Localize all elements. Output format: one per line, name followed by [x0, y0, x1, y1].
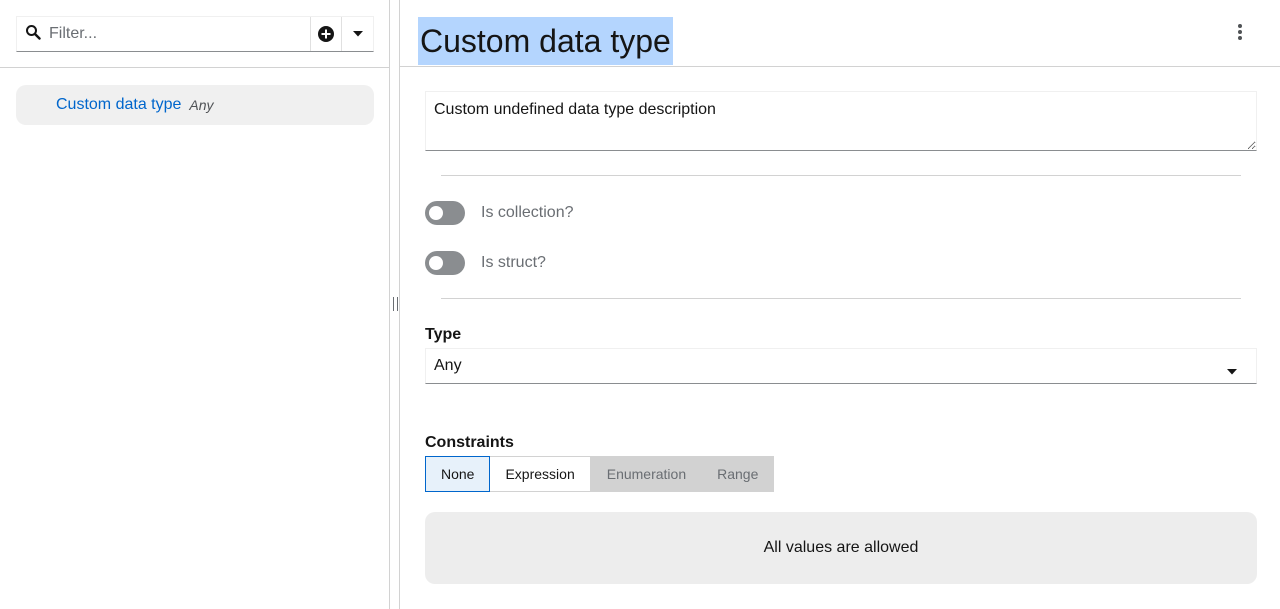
is-struct-label: Is struct?	[481, 254, 546, 271]
data-type-editor: Custom data type Is collection? Is struc…	[399, 0, 1280, 609]
kebab-menu-button[interactable]	[1228, 22, 1252, 46]
panel-resize-handle[interactable]	[393, 297, 398, 311]
data-type-title[interactable]: Custom data type	[418, 17, 673, 65]
type-select-value: Any	[434, 357, 462, 374]
constraint-range-button: Range	[702, 456, 775, 492]
add-options-dropdown-button[interactable]	[342, 17, 373, 51]
data-type-list-item[interactable]: Custom data type Any	[16, 85, 374, 125]
is-collection-toggle-row[interactable]: Is collection?	[425, 201, 574, 225]
is-struct-switch[interactable]	[425, 251, 465, 275]
constraint-enumeration-button: Enumeration	[590, 456, 703, 492]
is-collection-label: Is collection?	[481, 204, 574, 221]
divider	[441, 175, 1241, 176]
is-struct-toggle-row[interactable]: Is struct?	[425, 251, 546, 275]
filter-toolbar	[0, 0, 390, 68]
constraints-message-text: All values are allowed	[763, 539, 919, 556]
data-type-name: Custom data type	[56, 96, 182, 113]
caret-down-icon	[1226, 363, 1238, 381]
kebab-menu-icon	[1238, 23, 1242, 45]
data-types-panel: Custom data type Any	[0, 0, 390, 609]
data-type-type: Any	[189, 97, 214, 113]
editor-header: Custom data type	[400, 0, 1280, 67]
plus-circle-icon	[318, 26, 334, 42]
search-icon	[25, 24, 41, 45]
filter-input-wrapper	[17, 17, 311, 51]
constraint-none-button[interactable]: None	[425, 456, 491, 492]
is-collection-switch[interactable]	[425, 201, 465, 225]
type-label: Type	[425, 326, 462, 343]
caret-down-icon	[352, 30, 364, 38]
constraints-message: All values are allowed	[425, 512, 1257, 584]
constraint-expression-button[interactable]: Expression	[490, 456, 591, 492]
description-textarea[interactable]	[425, 91, 1257, 151]
add-data-type-button[interactable]	[311, 17, 342, 51]
constraints-label: Constraints	[425, 434, 514, 451]
constraints-toggle-group: None Expression Enumeration Range	[425, 456, 775, 492]
filter-group	[16, 16, 374, 52]
filter-input[interactable]	[49, 25, 289, 43]
type-select[interactable]: Any	[425, 348, 1257, 384]
divider	[441, 298, 1241, 299]
